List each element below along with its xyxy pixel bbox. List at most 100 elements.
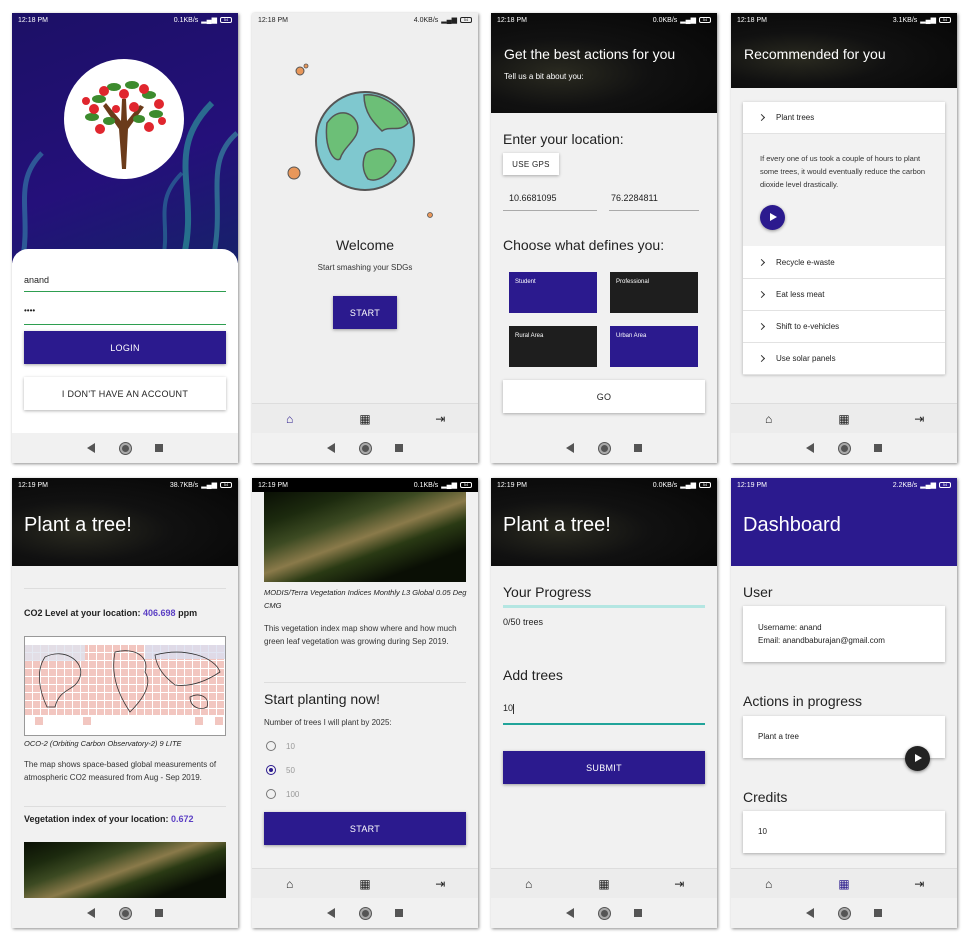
back-icon[interactable]: [86, 908, 95, 918]
home-circle-icon[interactable]: [359, 442, 371, 454]
network-speed: 0.0KB/s: [652, 481, 678, 489]
list-item-plant-trees[interactable]: Plant trees: [743, 102, 945, 134]
logout-icon[interactable]: ⇥: [909, 877, 929, 891]
home-circle-icon[interactable]: [359, 907, 371, 919]
recents-icon[interactable]: [155, 444, 164, 452]
signal-icon: ▂▄▆: [441, 482, 457, 489]
home-circle-icon[interactable]: [119, 442, 131, 454]
home-icon[interactable]: ⌂: [519, 877, 539, 891]
start-planting-button[interactable]: START: [264, 812, 466, 845]
go-button[interactable]: GO: [503, 380, 705, 413]
recents-icon[interactable]: [155, 909, 164, 917]
home-circle-icon[interactable]: [598, 907, 610, 919]
longitude-field[interactable]: 76.2284811: [611, 193, 658, 203]
battery-icon: 54: [939, 17, 951, 23]
submit-button[interactable]: SUBMIT: [503, 751, 705, 784]
status-bar: 12:18 PM 4.0KB/s ▂▄▆ 54: [252, 13, 478, 27]
system-nav-bar: [12, 898, 238, 928]
status-time: 12:19 PM: [258, 481, 288, 489]
dashboard-icon[interactable]: ▦: [834, 412, 854, 426]
back-icon[interactable]: [805, 443, 814, 453]
recents-icon[interactable]: [395, 909, 404, 917]
recents-icon[interactable]: [395, 444, 404, 452]
dashboard-icon[interactable]: ▦: [355, 412, 375, 426]
back-icon[interactable]: [565, 908, 574, 918]
option-urban[interactable]: Urban Area: [610, 326, 698, 367]
home-icon[interactable]: ⌂: [759, 412, 779, 426]
play-button[interactable]: [905, 746, 930, 771]
app-bottom-nav: ⌂ ▦ ⇥: [252, 868, 478, 898]
screen-recommended: Recommended for you Plant trees If every…: [731, 13, 957, 463]
credits-value: 10: [758, 827, 767, 836]
user-card: [743, 606, 945, 662]
logout-icon[interactable]: ⇥: [430, 877, 450, 891]
username-line: Username: anand: [758, 623, 822, 632]
radio-label-50: 50: [286, 766, 295, 775]
no-account-button[interactable]: I DON'T HAVE AN ACCOUNT: [24, 377, 226, 410]
dashboard-icon[interactable]: ▦: [355, 877, 375, 891]
recents-icon[interactable]: [874, 909, 883, 917]
co2-map-caption: OCO-2 (Orbiting Carbon Observatory-2) 9 …: [24, 739, 182, 748]
item-label: Recycle e-waste: [776, 258, 835, 267]
status-indicators: 0.1KB/s ▂▄▆ 54: [174, 16, 232, 24]
username-input[interactable]: anand: [24, 275, 49, 285]
home-icon[interactable]: ⌂: [280, 412, 300, 426]
input-underline: [503, 723, 705, 725]
home-circle-icon[interactable]: [838, 907, 850, 919]
recents-icon[interactable]: [634, 444, 643, 452]
back-icon[interactable]: [326, 908, 335, 918]
home-icon[interactable]: ⌂: [759, 877, 779, 891]
login-button[interactable]: LOGIN: [24, 331, 226, 364]
play-button[interactable]: [760, 205, 785, 230]
logout-icon[interactable]: ⇥: [430, 412, 450, 426]
username-underline: [24, 291, 226, 292]
screen-start-planting: MODIS/Terra Vegetation Indices Monthly L…: [252, 478, 478, 928]
start-button[interactable]: START: [333, 296, 397, 329]
add-trees-input[interactable]: 10: [503, 703, 515, 714]
latitude-field[interactable]: 10.6681095: [509, 193, 557, 203]
dashboard-icon[interactable]: ▦: [834, 877, 854, 891]
chevron-right-icon: [757, 113, 766, 122]
header-banner: [491, 13, 717, 113]
recents-icon[interactable]: [634, 909, 643, 917]
list-item-solar[interactable]: Use solar panels: [743, 343, 945, 375]
app-bottom-nav: ⌂ ▦ ⇥: [731, 868, 957, 898]
dashboard-icon[interactable]: ▦: [594, 877, 614, 891]
signal-icon: ▂▄▆: [920, 17, 936, 24]
back-icon[interactable]: [86, 443, 95, 453]
status-time: 12:19 PM: [497, 481, 527, 489]
home-circle-icon[interactable]: [598, 442, 610, 454]
recents-icon[interactable]: [874, 444, 883, 452]
option-professional[interactable]: Professional: [610, 272, 698, 313]
option-student[interactable]: Student: [509, 272, 597, 313]
radio-100[interactable]: [266, 789, 276, 799]
signal-icon: ▂▄▆: [201, 482, 217, 489]
list-item-recycle[interactable]: Recycle e-waste: [743, 247, 945, 279]
home-circle-icon[interactable]: [838, 442, 850, 454]
back-icon[interactable]: [565, 443, 574, 453]
back-icon[interactable]: [805, 908, 814, 918]
list-item-meat[interactable]: Eat less meat: [743, 279, 945, 311]
system-nav-bar: [491, 433, 717, 463]
logout-icon[interactable]: ⇥: [669, 877, 689, 891]
network-speed: 0.0KB/s: [652, 16, 678, 24]
home-circle-icon[interactable]: [119, 907, 131, 919]
home-icon[interactable]: ⌂: [280, 877, 300, 891]
logout-icon[interactable]: ⇥: [909, 412, 929, 426]
option-label: Rural Area: [515, 333, 544, 339]
password-input[interactable]: ••••: [24, 306, 35, 315]
welcome-title: Welcome: [335, 237, 395, 253]
list-item-vehicles[interactable]: Shift to e-vehicles: [743, 311, 945, 343]
network-speed: 0.1KB/s: [173, 16, 199, 24]
back-icon[interactable]: [326, 443, 335, 453]
welcome-subtitle: Start smashing your SDGs: [317, 263, 413, 272]
battery-icon: 54: [460, 17, 472, 23]
radio-50[interactable]: [266, 765, 276, 775]
vegetation-map: [264, 492, 466, 582]
network-speed: 0.1KB/s: [413, 481, 439, 489]
network-speed: 2.2KB/s: [892, 481, 918, 489]
use-gps-button[interactable]: USE GPS: [503, 153, 559, 175]
radio-10[interactable]: [266, 741, 276, 751]
option-rural[interactable]: Rural Area: [509, 326, 597, 367]
vegetation-index: Vegetation index of your location: 0.672: [24, 814, 194, 824]
